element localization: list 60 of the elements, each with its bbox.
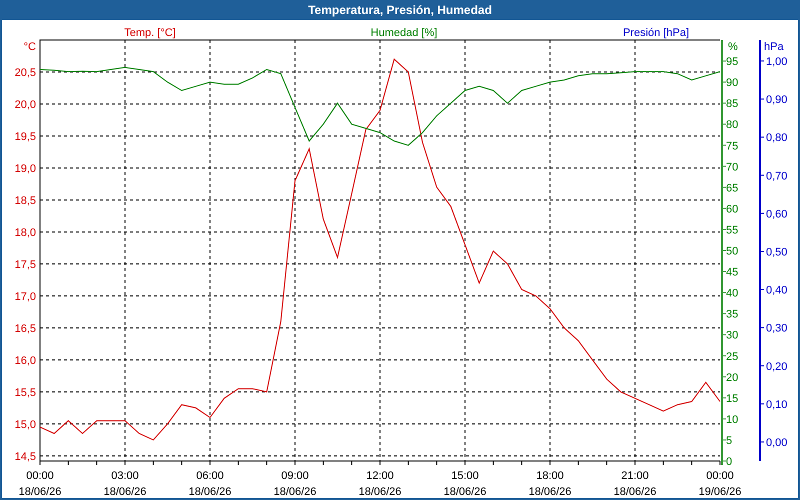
axis-tick-label: 0,90 bbox=[766, 94, 788, 106]
series-title: Temp. [°C] bbox=[124, 27, 176, 39]
axis-tick-label: 25 bbox=[726, 350, 738, 363]
axis-tick-label: 09:00 18/06/26 bbox=[274, 470, 316, 498]
axis-tick-label: 20,0 bbox=[14, 98, 36, 111]
axis-tick-label: 0,80 bbox=[766, 132, 788, 144]
axis-tick-label: 0,20 bbox=[766, 360, 788, 373]
axis-tick-label: 0,00 bbox=[766, 436, 788, 449]
series-title: Humedad [%] bbox=[370, 27, 438, 39]
axis-tick-label: 15,5 bbox=[14, 386, 36, 399]
axis-unit: hPa bbox=[764, 41, 784, 53]
axis-tick-label: 90 bbox=[726, 77, 738, 90]
axis-tick-label: 60 bbox=[726, 203, 738, 216]
axis-tick-label: 85 bbox=[726, 98, 738, 110]
axis-tick-label: 65 bbox=[726, 182, 738, 194]
axis-tick-label: 95 bbox=[726, 56, 738, 68]
axis-tick-label: 40 bbox=[726, 288, 738, 300]
axis-tick-label: 18:00 18/06/26 bbox=[528, 470, 572, 498]
axis-tick-label: 00:00 19/06/26 bbox=[698, 470, 742, 498]
axis-tick-label: 18,5 bbox=[14, 194, 36, 207]
axis-tick-label: 16,0 bbox=[14, 354, 36, 367]
axis-unit: °C bbox=[24, 41, 36, 53]
axis-unit: % bbox=[728, 41, 738, 53]
axis-tick-label: 0,50 bbox=[766, 246, 788, 258]
axis-tick-label: 1,00 bbox=[766, 56, 788, 68]
axis-tick-label: 19,0 bbox=[14, 162, 36, 175]
axis-tick-label: 00:00 18/06/26 bbox=[18, 470, 62, 498]
axis-tick-label: 17,0 bbox=[14, 290, 36, 303]
axis-tick-label: 12:00 18/06/26 bbox=[358, 470, 402, 498]
axis-tick-label: 10 bbox=[726, 414, 738, 426]
axis-tick-label: 0,70 bbox=[766, 170, 788, 182]
axis-tick-label: 14,5 bbox=[14, 450, 36, 463]
axis-tick-label: 0,10 bbox=[766, 398, 788, 411]
axis-tick-label: 15:00 18/06/26 bbox=[444, 470, 486, 498]
axis-tick-label: 21:00 18/06/26 bbox=[614, 470, 656, 498]
axis-tick-label: 45 bbox=[726, 266, 738, 279]
axis-tick-label: 17,5 bbox=[14, 258, 36, 271]
axis-tick-label: 55 bbox=[726, 224, 738, 236]
axis-tick-label: 5 bbox=[726, 434, 732, 447]
axis-tick-label: 20 bbox=[726, 372, 738, 384]
axis-tick-label: 0,30 bbox=[766, 322, 788, 335]
axis-tick-label: 50 bbox=[726, 246, 738, 258]
axis-tick-label: 80 bbox=[726, 119, 738, 132]
axis-tick-label: 18,0 bbox=[14, 226, 36, 239]
axis-tick-label: 06:00 18/06/26 bbox=[188, 470, 232, 498]
axis-tick-label: 70 bbox=[726, 161, 738, 174]
axis-tick-label: 15,0 bbox=[14, 418, 36, 431]
axis-tick-label: 30 bbox=[726, 330, 738, 342]
axis-title: Presión [hPa] bbox=[622, 27, 690, 39]
window-title: Temperatura, Presión, Humedad bbox=[0, 0, 800, 20]
axis-tick-label: 35 bbox=[726, 308, 738, 321]
axis-tick-label: 75 bbox=[726, 140, 738, 152]
axis-tick-label: 03:00 18/06/26 bbox=[104, 470, 146, 498]
axis-tick-label: 16,5 bbox=[14, 322, 36, 335]
axis-tick-label: 19,5 bbox=[14, 130, 36, 143]
axis-tick-label: 15 bbox=[726, 392, 738, 405]
axis-tick-label: 0,60 bbox=[766, 208, 788, 220]
axis-tick-label: 20,5 bbox=[14, 67, 36, 79]
axis-tick-label: 0 bbox=[726, 456, 732, 468]
axis-tick-label: 0,40 bbox=[766, 284, 788, 297]
